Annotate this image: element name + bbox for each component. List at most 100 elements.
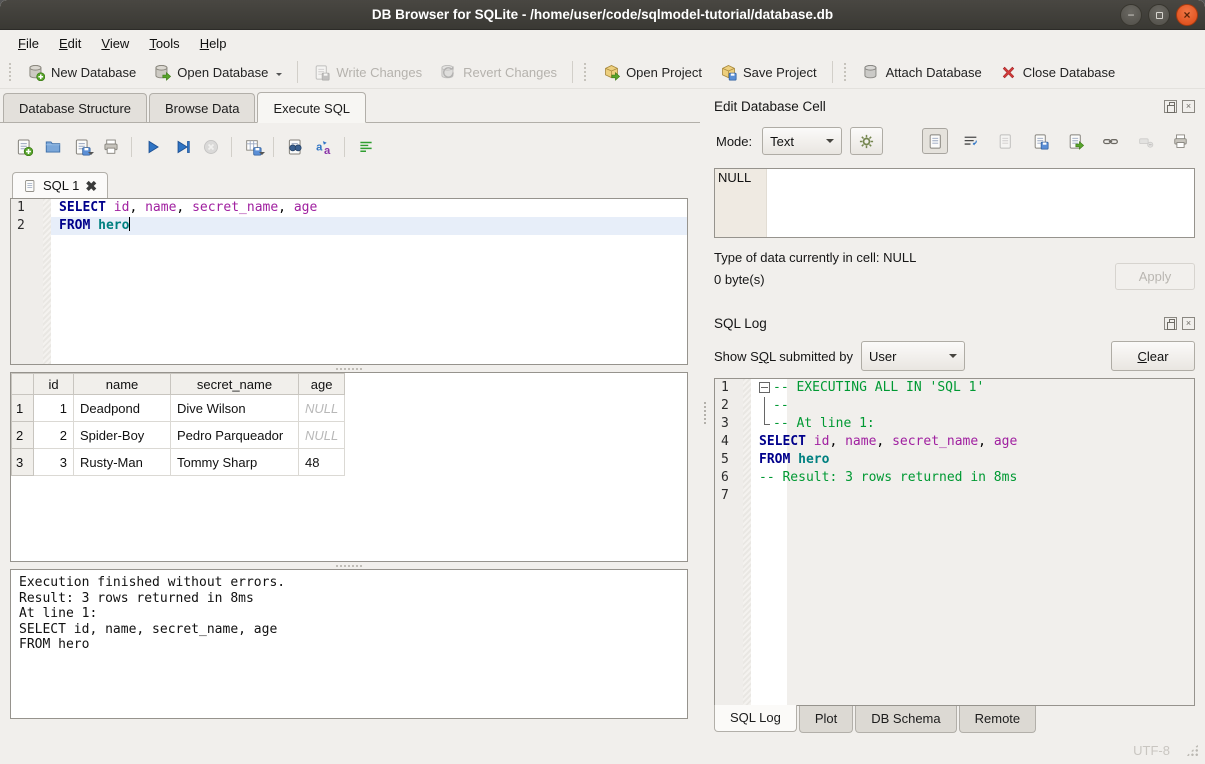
close-database-button[interactable]: Close Database [991,60,1125,85]
menu-tools[interactable]: Tools [139,33,189,54]
edit-cell-dock-header[interactable]: Edit Database Cell × [714,95,1197,117]
log-line[interactable]: 3-- At line 1: [715,415,1194,433]
cell-value-editor[interactable]: NULL [714,168,1195,238]
word-wrap-button[interactable] [352,134,379,160]
save-sql-dropdown-icon[interactable] [88,152,94,158]
sql-log-dock-header[interactable]: SQL Log × [714,312,1197,334]
clear-log-button[interactable]: Clear [1111,341,1195,371]
execute-current-line-button[interactable] [168,134,195,160]
execute-all-button[interactable] [139,134,166,160]
save-sql-file-button[interactable] [68,134,95,160]
execution-message[interactable]: Execution finished without errors.Result… [10,569,688,719]
maximize-button[interactable] [1148,4,1170,26]
results-grid[interactable]: id name secret_name age 11DeadpondDive W… [10,372,688,562]
vertical-splitter[interactable] [700,89,710,736]
menu-view[interactable]: View [91,33,139,54]
table-cell[interactable]: NULL [299,422,345,449]
submitted-by-select[interactable]: User [861,341,965,371]
new-database-button[interactable]: New Database [19,60,145,85]
log-line[interactable]: 2-- [715,397,1194,415]
export-cell-button[interactable] [1062,128,1088,154]
splitter-handle[interactable] [10,365,688,372]
tab-browse-data[interactable]: Browse Data [149,93,255,122]
sql-log-view[interactable]: 1-- EXECUTING ALL IN 'SQL 1'2--3-- At li… [714,378,1195,706]
log-line[interactable]: 4SELECT id, name, secret_name, age [715,433,1194,451]
table-cell[interactable]: Deadpond [74,395,171,422]
resize-grip-icon[interactable] [1186,744,1199,757]
open-database-dropdown-icon[interactable] [276,73,282,79]
float-dock-button[interactable] [1164,317,1177,330]
tab-sql-log[interactable]: SQL Log [714,705,797,732]
tab-plot[interactable]: Plot [799,706,853,733]
row-header-cell[interactable]: 3 [12,449,34,476]
table-cell[interactable]: NULL [299,395,345,422]
attach-database-button[interactable]: Attach Database [854,60,991,85]
open-sql-file-button[interactable] [39,134,66,160]
new-sql-tab-button[interactable] [10,134,37,160]
table-cell[interactable]: Pedro Parqueador [171,422,299,449]
print-sql-button[interactable] [97,134,124,160]
splitter-handle[interactable] [10,562,688,569]
tab-db-schema[interactable]: DB Schema [855,706,956,733]
column-header-name[interactable]: name [74,374,171,395]
open-project-button[interactable]: Open Project [594,60,711,85]
table-row[interactable]: 11DeadpondDive WilsonNULL [12,395,345,422]
save-cell-button[interactable] [1027,128,1053,154]
toolbar-drag-handle[interactable] [9,63,14,81]
open-external-button[interactable] [1097,128,1123,154]
column-header-age[interactable]: age [299,374,345,395]
find-button[interactable] [281,134,308,160]
minimize-button[interactable]: − [1120,4,1142,26]
save-results-dropdown-icon[interactable] [259,152,265,158]
close-dock-button[interactable]: × [1182,100,1195,113]
table-cell[interactable]: Rusty-Man [74,449,171,476]
open-database-button[interactable]: Open Database [145,60,291,85]
float-dock-button[interactable] [1164,100,1177,113]
tab-remote[interactable]: Remote [959,706,1037,733]
close-button[interactable]: × [1176,4,1198,26]
tab-execute-sql[interactable]: Execute SQL [257,92,366,123]
toolbar-drag-handle[interactable] [584,63,589,81]
close-dock-button[interactable]: × [1182,317,1195,330]
menu-help[interactable]: Help [190,33,237,54]
table-cell[interactable]: 3 [34,449,74,476]
column-header-id[interactable]: id [34,374,74,395]
table-cell[interactable]: 2 [34,422,74,449]
log-line[interactable]: 7 [715,487,1194,505]
menu-file[interactable]: File [8,33,49,54]
mode-select[interactable]: Text [762,127,842,155]
table-cell[interactable]: 1 [34,395,74,422]
table-cell[interactable]: Spider-Boy [74,422,171,449]
table-row[interactable]: 22Spider-BoyPedro ParqueadorNULL [12,422,345,449]
log-line[interactable]: 6-- Result: 3 rows returned in 8ms [715,469,1194,487]
column-header-secret-name[interactable]: secret_name [171,374,299,395]
table-row[interactable]: 33Rusty-ManTommy Sharp48 [12,449,345,476]
tab-database-structure[interactable]: Database Structure [3,93,147,122]
format-sql-button[interactable] [310,134,337,160]
row-header-cell[interactable]: 2 [12,422,34,449]
log-line[interactable]: 1-- EXECUTING ALL IN 'SQL 1' [715,379,1194,397]
close-sql-tab-icon[interactable]: ✖ [85,179,97,193]
fold-collapse-icon[interactable] [759,382,770,393]
sql-editor-tab[interactable]: SQL 1 ✖ [12,172,108,199]
menu-edit[interactable]: Edit [49,33,91,54]
log-line[interactable]: 5FROM hero [715,451,1194,469]
save-project-button[interactable]: Save Project [711,60,826,85]
table-cell[interactable]: Dive Wilson [171,395,299,422]
cell-text-area[interactable] [767,169,1194,237]
text-view-button[interactable] [922,128,948,154]
row-header-cell[interactable]: 1 [12,395,34,422]
table-cell[interactable]: Tommy Sharp [171,449,299,476]
code-token: id [114,200,130,215]
print-cell-button[interactable] [1167,128,1193,154]
editor-line[interactable]: 2FROM hero [11,217,687,235]
cell-word-wrap-button[interactable] [957,128,983,154]
editor-line[interactable]: 1SELECT id, name, secret_name, age [11,199,687,217]
sql-editor[interactable]: 1SELECT id, name, secret_name, age2FROM … [10,198,688,365]
toolbar-drag-handle[interactable] [844,63,849,81]
configure-mode-button[interactable] [850,127,883,155]
save-results-button[interactable] [239,134,266,160]
table-cell[interactable]: 48 [299,449,345,476]
corner-header-cell[interactable] [12,374,34,395]
titlebar[interactable]: DB Browser for SQLite - /home/user/code/… [0,0,1205,30]
